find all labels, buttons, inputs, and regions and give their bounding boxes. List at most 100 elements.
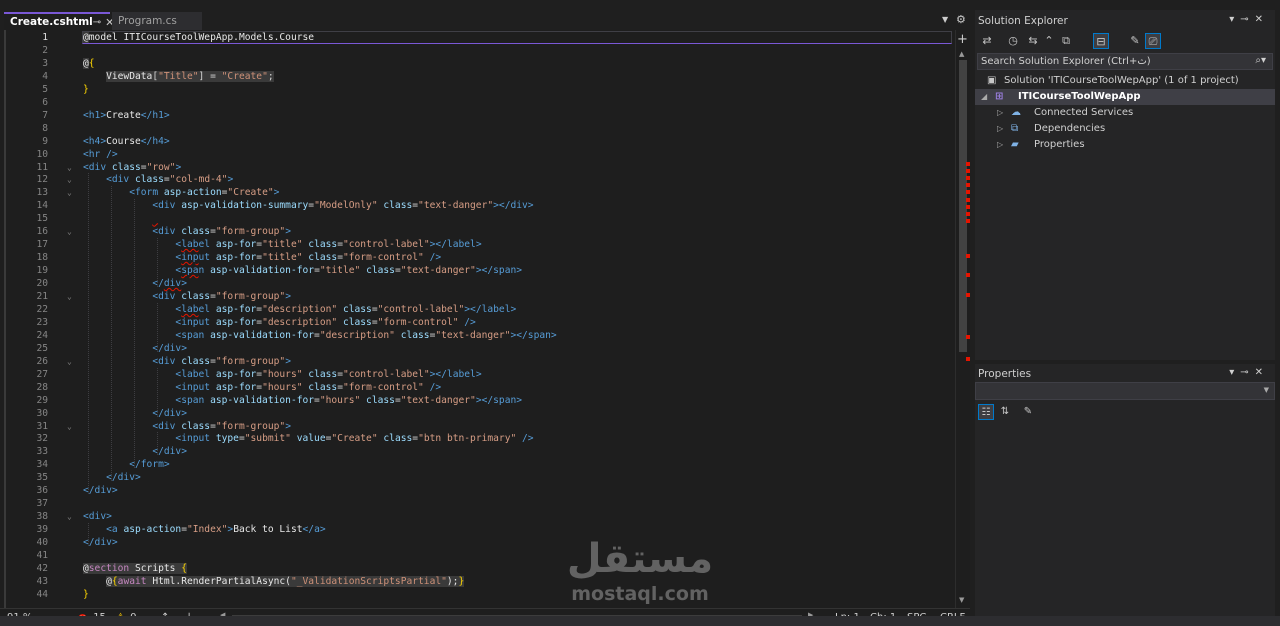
show-all-files-icon[interactable]: ⧉ (1058, 33, 1074, 49)
code-line[interactable]: 1 @model ITICourseToolWepApp.Models.Cours… (0, 31, 955, 44)
code-line[interactable]: 44} (0, 588, 955, 601)
code-line[interactable]: 15 (0, 212, 955, 225)
indent-guide (134, 199, 135, 469)
code-line[interactable]: 4 ViewData["Title"] = "Create"; (0, 70, 955, 83)
fold-toggle-icon[interactable]: ⌄ (67, 225, 72, 238)
fold-toggle-icon[interactable]: ⌄ (67, 290, 72, 303)
code-token: div (163, 278, 182, 290)
scroll-down-icon[interactable]: ▼ (959, 596, 964, 604)
alphabetical-icon[interactable]: ⇅ (997, 404, 1013, 420)
pending-changes-filter-icon[interactable]: ⊟ (1093, 33, 1109, 49)
code-line[interactable]: 40 </div> (0, 536, 955, 549)
code-line[interactable]: 14 <div asp-validation-summary="ModelOnl… (0, 199, 955, 212)
properties-wrench-icon[interactable]: ✎ (1127, 33, 1143, 49)
fold-toggle-icon[interactable]: ⌄ (67, 186, 72, 199)
code-line[interactable]: 42 @section Scripts { (0, 562, 955, 575)
code-line[interactable]: 41 (0, 549, 955, 562)
categorized-icon[interactable]: ☷ (978, 404, 994, 420)
code-line[interactable]: 17 <label asp-for="title" class="control… (0, 238, 955, 251)
code-line[interactable]: 7 <h1>Create</h1> (0, 109, 955, 122)
code-line[interactable]: 35 </div> (0, 471, 955, 484)
code-token: class (181, 226, 211, 238)
code-line[interactable]: 10 <hr /> (0, 148, 955, 161)
code-line[interactable]: 24 <span asp-validation-for="description… (0, 329, 955, 342)
code-line[interactable]: 34 </form> (0, 458, 955, 471)
code-line[interactable]: 39 <a asp-action="Index">Back to List</a… (0, 523, 955, 536)
code-line[interactable]: 33 </div> (0, 445, 955, 458)
search-icon[interactable]: ⌕▾ (1255, 55, 1266, 66)
code-line[interactable]: 20 </div> (0, 277, 955, 290)
code-line[interactable]: 3 @{ (0, 57, 955, 70)
code-line[interactable]: 29 <span asp-validation-for="hours" clas… (0, 394, 955, 407)
code-line[interactable]: 27 <label asp-for="hours" class="control… (0, 368, 955, 381)
code-line[interactable]: 8 (0, 122, 955, 135)
tab-list-dropdown-icon[interactable]: ▼ (942, 15, 948, 24)
code-line[interactable]: 31 ⌄ <div class="form-group"> (0, 420, 955, 433)
gear-icon[interactable]: ⚙ (956, 13, 966, 26)
object-selector-dropdown[interactable]: ▼ (975, 382, 1275, 400)
code-line[interactable]: 23 <input asp-for="description" class="f… (0, 316, 955, 329)
fold-toggle-icon[interactable]: ⌄ (67, 173, 72, 186)
code-token: /> (464, 316, 476, 328)
code-line[interactable]: 26 ⌄ <div class="form-group"> (0, 355, 955, 368)
tree-item[interactable]: ▷ ▰ Properties (975, 137, 1275, 153)
code-line[interactable]: 21 ⌄ <div class="form-group"> (0, 290, 955, 303)
expand-toggle-icon[interactable]: ▷ (997, 137, 1003, 153)
tree-item[interactable]: ▣ Solution 'ITICourseToolWepApp' (1 of 1 … (975, 73, 1275, 89)
code-line[interactable]: 18 <input asp-for="title" class="form-co… (0, 251, 955, 264)
code-token: value (296, 433, 326, 445)
history-icon[interactable]: ◷ (1005, 33, 1021, 49)
code-line[interactable]: 30 </div> (0, 407, 955, 420)
fold-toggle-icon[interactable]: ⌄ (67, 510, 72, 523)
fold-toggle-icon[interactable]: ⌄ (67, 161, 72, 174)
panel-window-controls[interactable]: ▾⊸✕ (1229, 367, 1269, 378)
property-pages-icon[interactable]: ✎ (1020, 404, 1036, 420)
fold-toggle-icon[interactable]: ⌄ (67, 420, 72, 433)
code-token: </h1> (140, 109, 170, 121)
code-line[interactable]: 25 </div> (0, 342, 955, 355)
expand-toggle-icon[interactable]: ▷ (997, 121, 1003, 137)
expand-toggle-icon[interactable]: ◢ (981, 89, 987, 105)
code-editor[interactable]: 1 @model ITICourseToolWepApp.Models.Cours… (0, 30, 955, 608)
code-line[interactable]: 13 ⌄ <form asp-action="Create"> (0, 186, 955, 199)
code-token: "hours" (262, 368, 309, 380)
tree-item[interactable]: ◢ ⊞ ITICourseToolWepApp (975, 89, 1275, 105)
sync-icon[interactable]: ⇆ (1025, 33, 1041, 49)
pin-icon[interactable]: ⊸ (93, 17, 101, 28)
switch-views-icon[interactable]: ⇄ (979, 33, 995, 49)
preview-selected-icon[interactable]: ⎚ (1145, 33, 1161, 49)
tab-create-cshtml[interactable]: Create.cshtml ⊸ ✕ (4, 12, 114, 30)
expand-toggle-icon[interactable]: ▷ (997, 105, 1003, 121)
code-line[interactable]: 36 </div> (0, 484, 955, 497)
code-line[interactable]: 43 @{await Html.RenderPartialAsync("_Val… (0, 575, 955, 588)
fold-toggle-icon[interactable]: ⌄ (67, 355, 72, 368)
code-line[interactable]: 12 ⌄ <div class="col-md-4"> (0, 173, 955, 186)
code-token: el (198, 303, 216, 315)
code-line[interactable]: 32 <input type="submit" value="Create" c… (0, 432, 955, 445)
code-line[interactable]: 11 ⌄ <div class="row"> (0, 161, 955, 174)
tree-item-icon: ▰ (1011, 139, 1019, 150)
vertical-scrollbar[interactable]: + ▲ ▼ (955, 30, 970, 608)
code-line[interactable]: 28 <input asp-for="hours" class="form-co… (0, 381, 955, 394)
solution-search-input[interactable]: Search Solution Explorer (Ctrl+ث) ⌕▾ (977, 53, 1273, 70)
code-line[interactable]: 9 <h4>Course</h4> (0, 135, 955, 148)
tree-item[interactable]: ▷ ☁ Connected Services (975, 105, 1275, 121)
split-editor-icon[interactable]: + (957, 32, 968, 47)
code-line[interactable]: 19 <span asp-validation-for="title" clas… (0, 264, 955, 277)
code-line[interactable]: 5} (0, 83, 955, 96)
code-line[interactable]: 6 (0, 96, 955, 109)
code-line[interactable]: 22 <label asp-for="description" class="c… (0, 303, 955, 316)
code-line[interactable]: 37 (0, 497, 955, 510)
scroll-up-icon[interactable]: ▲ (959, 50, 964, 58)
code-line[interactable]: 2 (0, 44, 955, 57)
code-line[interactable]: 38 ⌄ <div> (0, 510, 955, 523)
tree-item[interactable]: ▷ ⧉ Dependencies (975, 121, 1275, 137)
code-line[interactable]: 16 ⌄ <div class="form-group"> (0, 225, 955, 238)
tab-program-cs[interactable]: Program.cs (112, 12, 202, 30)
code-token: } (83, 83, 89, 95)
panel-window-controls[interactable]: ▾⊸✕ (1229, 14, 1269, 25)
collapse-all-icon[interactable]: ⌃ (1041, 33, 1057, 49)
indent-guide (157, 238, 158, 288)
